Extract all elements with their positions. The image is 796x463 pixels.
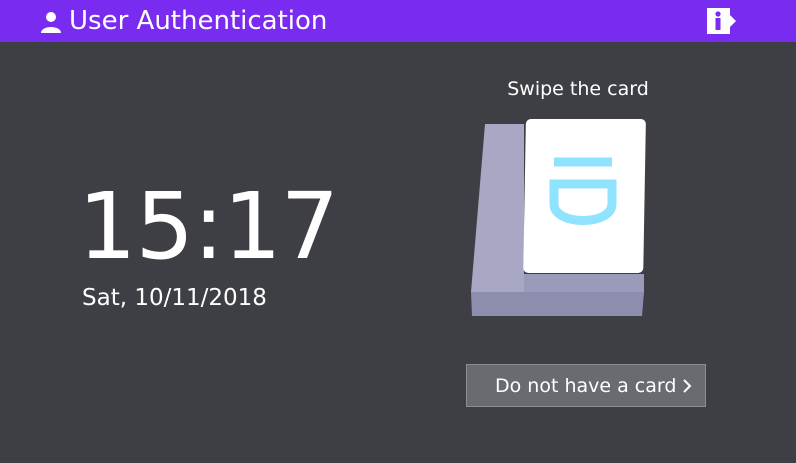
swipe-instruction: Swipe the card — [507, 78, 649, 100]
header-bar: User Authentication — [0, 0, 796, 42]
no-card-button[interactable]: Do not have a card — [466, 364, 706, 407]
clock-date: Sat, 10/11/2018 — [82, 285, 267, 311]
user-icon — [41, 12, 61, 33]
page-title: User Authentication — [69, 6, 328, 36]
clock-time: 15:17 — [78, 173, 339, 280]
no-card-button-label: Do not have a card — [495, 375, 677, 397]
chevron-right-icon — [683, 379, 692, 393]
id-card-reader-icon — [471, 119, 646, 316]
info-icon[interactable] — [704, 6, 738, 36]
